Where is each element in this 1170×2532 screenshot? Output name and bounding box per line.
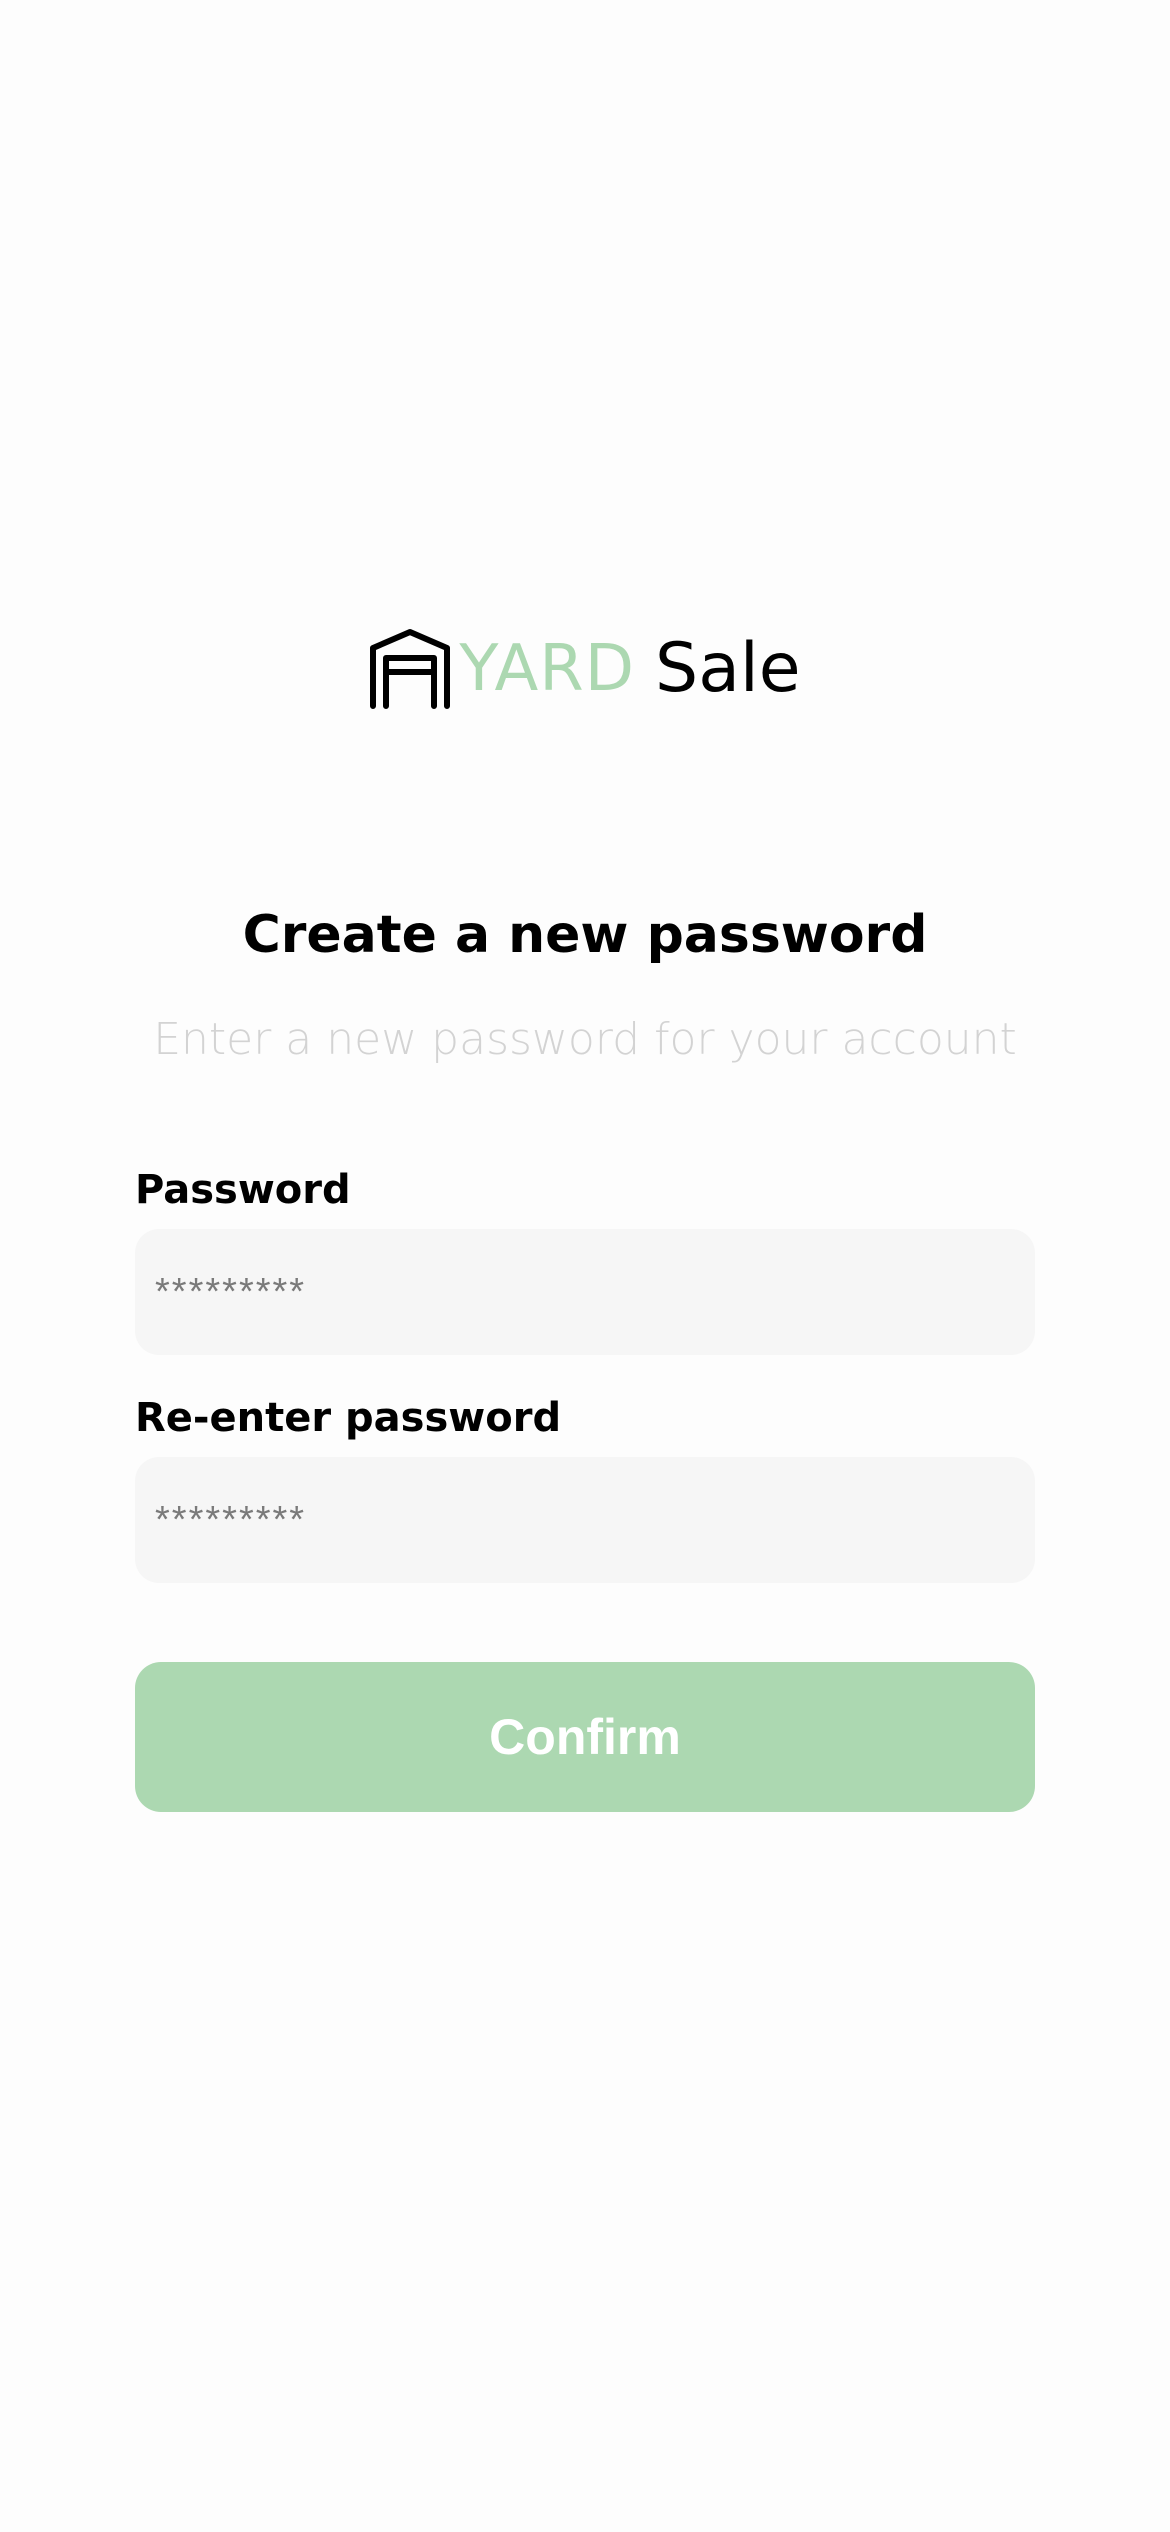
confirm-button[interactable]: Confirm	[135, 1662, 1035, 1812]
re-enter-password-field[interactable]	[135, 1457, 1035, 1583]
logo-brand-sale: Sale	[655, 629, 801, 708]
page-subtitle: Enter a new password for your account	[153, 1014, 1017, 1065]
logo-brand-yard: YARD	[459, 632, 636, 706]
page-title: Create a new password	[242, 905, 928, 965]
password-field[interactable]	[135, 1229, 1035, 1355]
password-label: Password	[135, 1167, 351, 1213]
app-logo: YARD Sale	[0, 628, 1170, 710]
re-enter-password-label: Re-enter password	[135, 1395, 562, 1441]
garage-icon	[370, 629, 451, 709]
